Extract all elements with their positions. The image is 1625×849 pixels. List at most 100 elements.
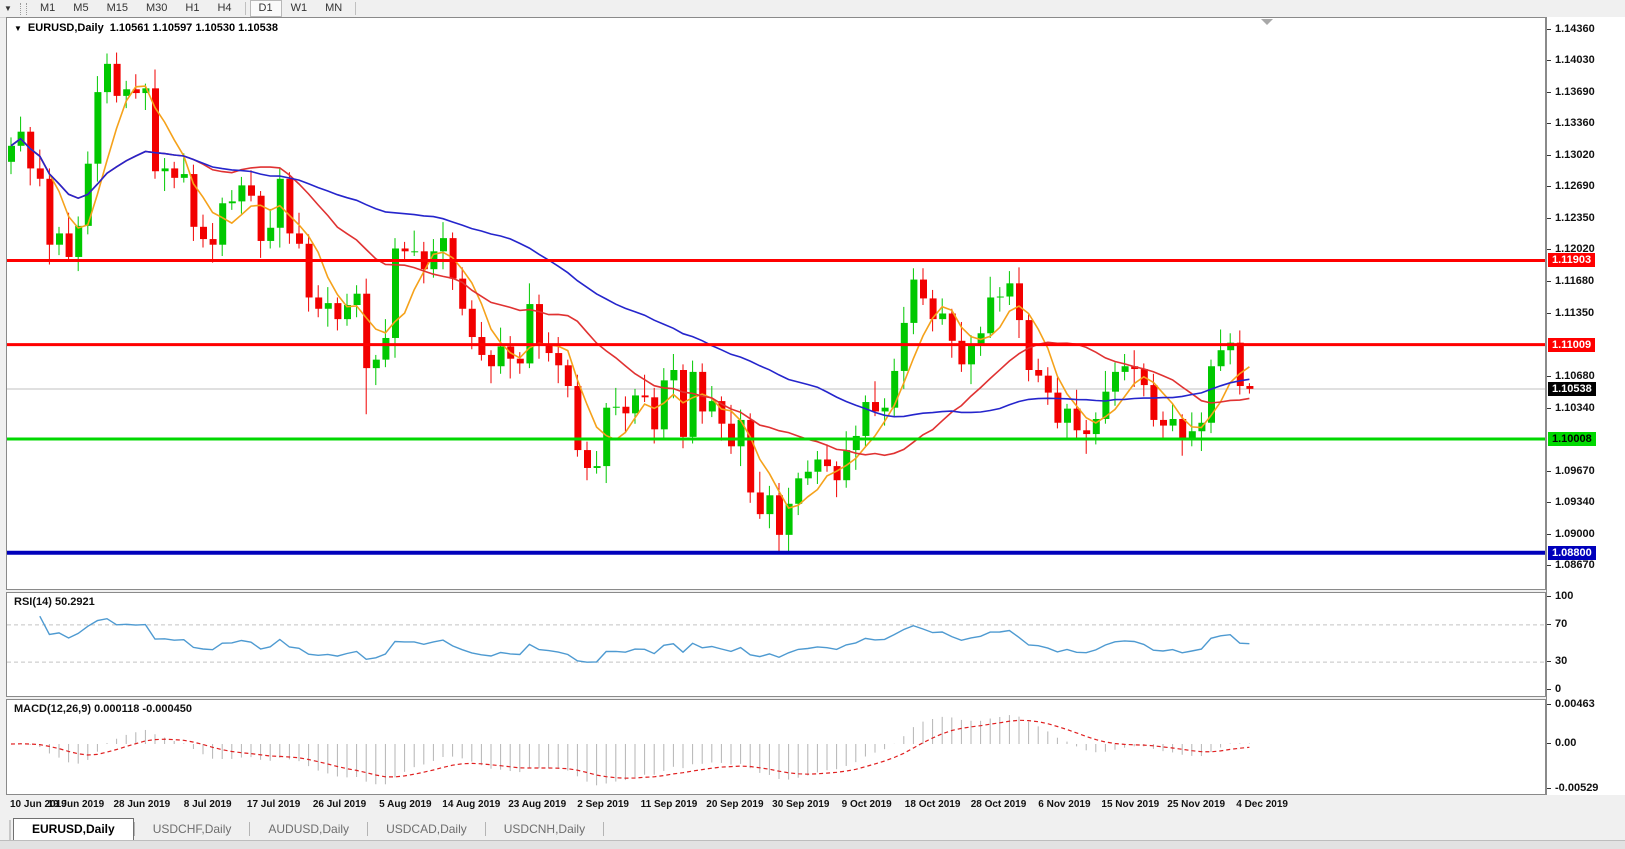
price-tick-label: 1.10340 [1555, 402, 1595, 414]
axis-tick-mark [1547, 788, 1551, 789]
timeframe-button-mn[interactable]: MN [316, 0, 351, 17]
date-tick-label: 26 Jul 2019 [313, 799, 366, 810]
rsi-level-label: 0 [1555, 683, 1561, 695]
toolbar-grip[interactable] [20, 3, 27, 15]
date-tick-label: 5 Aug 2019 [379, 799, 431, 810]
axis-tick-mark [1547, 123, 1551, 124]
price-tick-label: 1.11680 [1555, 275, 1594, 287]
macd-tick-label: -0.00529 [1555, 782, 1598, 794]
macd-chart[interactable] [7, 700, 1545, 794]
chart-tab-bar: EURUSD,DailyUSDCHF,DailyAUDUSD,DailyUSDC… [0, 816, 1625, 840]
timeframe-button-d1[interactable]: D1 [250, 0, 282, 17]
axis-tick-mark [1547, 689, 1551, 690]
price-tick-label: 1.09670 [1555, 465, 1595, 477]
date-tick-label: 30 Sep 2019 [772, 799, 829, 810]
axis-tick-mark [1547, 155, 1551, 156]
chart-tab-usdcad[interactable]: USDCAD,Daily [368, 819, 485, 840]
axis-tick-mark [1547, 743, 1551, 744]
rsi-label: RSI(14) 50.2921 [14, 596, 95, 608]
rsi-level-label: 30 [1555, 655, 1567, 667]
date-tick-label: 20 Sep 2019 [706, 799, 763, 810]
rsi-chart[interactable] [7, 593, 1545, 696]
date-tick-label: 18 Oct 2019 [905, 799, 961, 810]
axis-tick-mark [1547, 661, 1551, 662]
axis-tick-mark [1547, 408, 1551, 409]
price-badge-1.10008: 1.10008 [1548, 432, 1596, 446]
chart-tab-usdcnh[interactable]: USDCNH,Daily [486, 819, 603, 840]
price-tick-label: 1.13020 [1555, 149, 1595, 161]
price-badge-1.11903: 1.11903 [1548, 253, 1595, 267]
chart-shift-marker-icon[interactable] [1261, 19, 1273, 25]
date-tick-label: 2 Sep 2019 [577, 799, 629, 810]
price-tick-label: 1.12690 [1555, 180, 1595, 192]
date-tick-label: 4 Dec 2019 [1236, 799, 1288, 810]
date-tick-label: 11 Sep 2019 [641, 799, 698, 810]
price-tick-label: 1.12350 [1555, 212, 1595, 224]
axis-tick-mark [1547, 596, 1551, 597]
date-tick-label: 14 Aug 2019 [442, 799, 500, 810]
chart-tab-audusd[interactable]: AUDUSD,Daily [250, 819, 367, 840]
toolbar-separator [355, 2, 356, 15]
timeframe-button-m30[interactable]: M30 [137, 0, 176, 17]
timeframe-button-m1[interactable]: M1 [31, 0, 64, 17]
axis-tick-mark [1547, 92, 1551, 93]
chart-header: ▼ EURUSD,Daily 1.10561 1.10597 1.10530 1… [14, 22, 278, 34]
price-tick-label: 1.09340 [1555, 496, 1595, 508]
timeframe-button-h1[interactable]: H1 [176, 0, 208, 17]
timeframe-button-m15[interactable]: M15 [98, 0, 137, 17]
price-tick-label: 1.10680 [1555, 370, 1595, 382]
date-tick-label: 19 Jun 2019 [48, 799, 105, 810]
axis-tick-mark [1547, 471, 1551, 472]
price-tick-label: 1.14030 [1555, 54, 1595, 66]
date-tick-label: 15 Nov 2019 [1101, 799, 1159, 810]
date-tick-label: 9 Oct 2019 [842, 799, 892, 810]
candlestick-chart[interactable] [7, 18, 1545, 589]
axis-tick-mark [1547, 249, 1551, 250]
price-badge-1.08800: 1.08800 [1548, 546, 1596, 560]
trading-terminal-window: ▼ M1M5M15M30H1H4 D1W1MN ▼ EURUSD,Daily 1.… [0, 0, 1625, 849]
price-badge-1.10538: 1.10538 [1548, 382, 1596, 396]
date-tick-label: 25 Nov 2019 [1167, 799, 1225, 810]
price-tick-label: 1.11350 [1555, 307, 1594, 319]
axis-tick-mark [1547, 60, 1551, 61]
macd-label: MACD(12,26,9) 0.000118 -0.000450 [14, 703, 192, 715]
macd-tick-label: 0.00 [1555, 737, 1576, 749]
price-tick-label: 1.08670 [1555, 559, 1595, 571]
axis-tick-mark [1547, 534, 1551, 535]
price-tick-label: 1.09000 [1555, 528, 1595, 540]
axis-tick-mark [1547, 704, 1551, 705]
price-tick-label: 1.13360 [1555, 117, 1595, 129]
rsi-indicator-pane[interactable] [6, 592, 1546, 697]
axis-tick-mark [1547, 565, 1551, 566]
date-tick-label: 28 Oct 2019 [971, 799, 1027, 810]
date-tick-label: 8 Jul 2019 [184, 799, 232, 810]
axis-tick-mark [1547, 376, 1551, 377]
timeframe-button-m5[interactable]: M5 [64, 0, 97, 17]
timeframe-toolbar: ▼ M1M5M15M30H1H4 D1W1MN [0, 0, 1625, 18]
price-badge-1.11009: 1.11009 [1548, 338, 1595, 352]
macd-tick-label: 0.00463 [1555, 698, 1595, 710]
date-tick-label: 23 Aug 2019 [508, 799, 566, 810]
date-axis: 10 Jun 201919 Jun 201928 Jun 20198 Jul 2… [6, 795, 1625, 815]
axis-tick-mark [1547, 281, 1551, 282]
chart-tab-eurusd[interactable]: EURUSD,Daily [13, 818, 134, 840]
date-tick-label: 28 Jun 2019 [113, 799, 170, 810]
toolbar-dropdown-icon[interactable]: ▼ [0, 4, 16, 13]
toolbar-separator [245, 2, 246, 15]
axis-tick-mark [1547, 624, 1551, 625]
chart-symbol-label: EURUSD,Daily [28, 22, 104, 34]
chart-ohlc-values: 1.10561 1.10597 1.10530 1.10538 [110, 22, 278, 34]
chart-dropdown-icon[interactable]: ▼ [14, 24, 22, 33]
price-chart-pane[interactable] [6, 17, 1546, 590]
axis-tick-mark [1547, 186, 1551, 187]
bottom-status-strip [0, 840, 1625, 849]
macd-indicator-pane[interactable] [6, 699, 1546, 795]
date-tick-label: 17 Jul 2019 [247, 799, 300, 810]
tab-bar-gutter[interactable] [0, 820, 11, 840]
price-tick-label: 1.13690 [1555, 86, 1595, 98]
chart-tab-usdchf[interactable]: USDCHF,Daily [135, 819, 250, 840]
date-tick-label: 6 Nov 2019 [1038, 799, 1090, 810]
timeframe-button-h4[interactable]: H4 [208, 0, 240, 17]
timeframe-button-w1[interactable]: W1 [282, 0, 317, 17]
rsi-level-label: 100 [1555, 590, 1573, 602]
